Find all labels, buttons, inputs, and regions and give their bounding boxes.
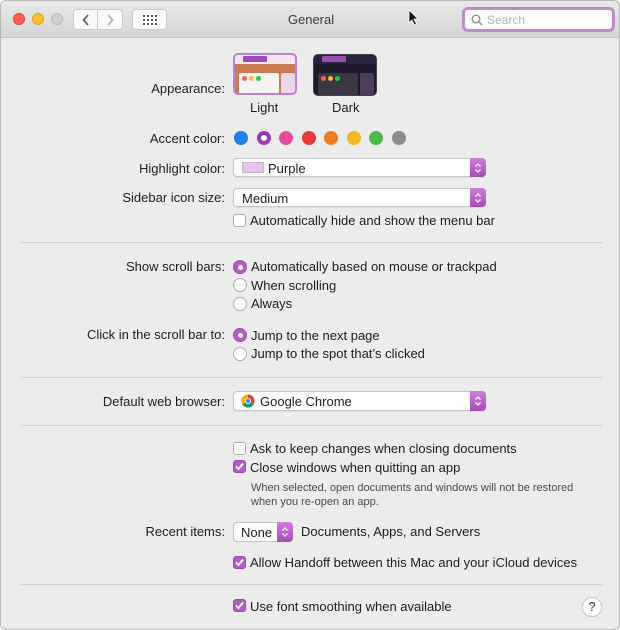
accent-color-label: Accent color: xyxy=(149,131,225,146)
default-browser-value: Google Chrome xyxy=(260,394,352,409)
highlight-color-value: Purple xyxy=(268,161,306,176)
accent-color-blue-swatch[interactable] xyxy=(234,131,248,145)
jump-next-page-radio[interactable] xyxy=(233,328,247,342)
search-input[interactable] xyxy=(487,12,607,27)
jump-next-page-label: Jump to the next page xyxy=(251,328,380,343)
accent-color-pink-swatch[interactable] xyxy=(279,131,293,145)
thumb-window xyxy=(239,73,279,93)
scroll-click-label: Click in the scroll bar to: xyxy=(87,327,225,342)
sidebar-icon-size-label: Sidebar icon size: xyxy=(122,190,225,205)
search-icon xyxy=(471,14,483,26)
thumb-sidebar xyxy=(281,73,295,93)
scroll-bars-when-scrolling-radio[interactable] xyxy=(233,278,247,292)
thumb-accent xyxy=(243,56,267,62)
popup-arrows-icon xyxy=(470,158,486,177)
checkmark-icon xyxy=(235,558,244,567)
popup-arrows-icon xyxy=(470,391,486,411)
close-windows-note-line1: When selected, open documents and window… xyxy=(251,482,574,494)
scroll-bars-when-scrolling-label: When scrolling xyxy=(251,278,337,293)
scroll-bars-label: Show scroll bars: xyxy=(126,259,225,274)
recent-items-popup[interactable]: None xyxy=(233,522,293,542)
appearance-light-label: Light xyxy=(250,100,279,115)
appearance-label: Appearance: xyxy=(151,81,225,96)
close-windows-note-line2: when you re-open an app. xyxy=(251,496,379,508)
sidebar-icon-size-popup[interactable]: Medium xyxy=(233,188,486,207)
accent-color-yellow-swatch[interactable] xyxy=(346,131,361,145)
ask-keep-changes-checkbox[interactable] xyxy=(233,442,246,455)
popup-arrows-icon xyxy=(470,188,486,207)
accent-color-graphite-swatch[interactable] xyxy=(391,131,406,145)
recent-items-value: None xyxy=(241,525,273,540)
mouse-pointer-icon xyxy=(408,9,419,26)
handoff-label: Allow Handoff between this Mac and your … xyxy=(250,555,578,570)
divider xyxy=(21,242,602,243)
highlight-color-label: Highlight color: xyxy=(139,161,225,176)
chrome-icon xyxy=(241,394,255,408)
menu-bar-checkbox[interactable] xyxy=(233,214,246,227)
thumb-dots xyxy=(321,76,340,81)
default-browser-label: Default web browser: xyxy=(102,394,225,409)
checkmark-icon xyxy=(235,462,244,471)
thumb-accent xyxy=(322,56,346,62)
search-field[interactable] xyxy=(462,7,615,32)
scroll-bars-always-radio[interactable] xyxy=(233,297,247,311)
checkmark-icon xyxy=(235,601,244,610)
scroll-bars-auto-label: Automatically based on mouse or trackpad xyxy=(251,259,497,274)
handoff-checkbox[interactable] xyxy=(233,556,246,569)
scroll-bars-always-label: Always xyxy=(251,296,293,311)
font-smoothing-checkbox[interactable] xyxy=(233,599,246,612)
accent-color-red-swatch[interactable] xyxy=(301,131,316,145)
divider xyxy=(21,584,602,585)
highlight-color-swatch xyxy=(242,162,264,173)
general-preferences-window: General Appearance: Light xyxy=(0,0,620,630)
accent-color-purple-swatch[interactable] xyxy=(256,131,271,145)
appearance-dark-option[interactable] xyxy=(313,54,377,96)
thumb-sidebar xyxy=(360,73,374,95)
help-button[interactable]: ? xyxy=(582,597,602,617)
recent-items-suffix: Documents, Apps, and Servers xyxy=(301,524,481,539)
accent-color-green-swatch[interactable] xyxy=(369,131,383,145)
divider xyxy=(21,377,602,378)
jump-to-spot-radio[interactable] xyxy=(233,347,247,361)
thumb-dots xyxy=(242,76,261,81)
divider xyxy=(21,425,602,426)
toolbar: General xyxy=(1,1,619,38)
thumb-window xyxy=(318,73,358,95)
default-browser-popup[interactable]: Google Chrome xyxy=(233,391,486,411)
menu-bar-label: Automatically hide and show the menu bar xyxy=(250,213,495,228)
sidebar-icon-size-value: Medium xyxy=(242,191,289,206)
close-windows-checkbox[interactable] xyxy=(233,460,246,473)
ask-keep-changes-label: Ask to keep changes when closing documen… xyxy=(250,441,517,456)
font-smoothing-label: Use font smoothing when available xyxy=(250,599,452,614)
popup-arrows-icon xyxy=(277,522,293,542)
jump-to-spot-label: Jump to the spot that’s clicked xyxy=(251,346,425,361)
recent-items-label: Recent items: xyxy=(145,524,225,539)
appearance-dark-label: Dark xyxy=(332,100,360,115)
scroll-bars-auto-radio[interactable] xyxy=(233,260,247,274)
accent-color-orange-swatch[interactable] xyxy=(324,131,338,145)
appearance-light-option[interactable] xyxy=(233,53,297,95)
close-windows-label: Close windows when quitting an app xyxy=(250,460,461,475)
highlight-color-popup[interactable]: Purple xyxy=(233,158,486,177)
